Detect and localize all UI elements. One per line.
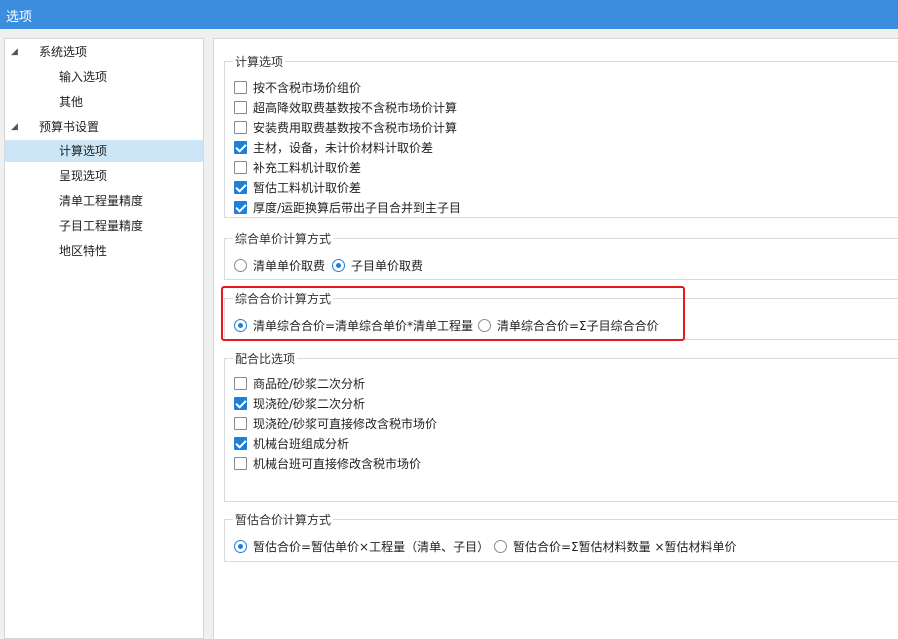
tree-item-label: 清单工程量精度 xyxy=(59,194,144,208)
group-unit-price-method: 综合单价计算方式 清单单价取费 子目单价取费 xyxy=(224,230,898,280)
expand-triangle-icon[interactable]: ◢ xyxy=(11,116,18,138)
group-title: 暂估合价计算方式 xyxy=(233,511,334,528)
group-title: 计算选项 xyxy=(233,53,286,70)
option-label: 清单综合合价=Σ子目综合合价 xyxy=(497,319,659,333)
checkbox[interactable] xyxy=(234,161,247,174)
checkbox[interactable] xyxy=(234,417,247,430)
checkbox[interactable] xyxy=(234,457,247,470)
tree-item-input-options[interactable]: 输入选项 xyxy=(5,66,203,88)
option-label: 主材，设备，未计价材料计取价差 xyxy=(253,141,434,155)
tree-item-label: 地区特性 xyxy=(59,244,108,258)
group-title: 综合合价计算方式 xyxy=(233,290,334,307)
option-label: 超高降效取费基数按不含税市场价计算 xyxy=(253,101,458,115)
tree-item-label: 其他 xyxy=(59,95,84,109)
option-label: 暂估合价=Σ暂估材料数量 ×暂估材料单价 xyxy=(513,540,737,554)
option-label: 机械台班可直接修改含税市场价 xyxy=(253,457,422,471)
tree-item-label: 呈现选项 xyxy=(59,169,108,183)
option-label: 清单单价取费 xyxy=(253,259,326,273)
tree-item-regional-features[interactable]: 地区特性 xyxy=(5,240,203,262)
checkbox[interactable] xyxy=(234,181,247,194)
radio-button[interactable] xyxy=(234,319,247,332)
tree-item-list-quantity-precision[interactable]: 清单工程量精度 xyxy=(5,190,203,212)
title-bar: 选项 xyxy=(0,0,898,29)
checkbox[interactable] xyxy=(234,437,247,450)
group-title: 综合单价计算方式 xyxy=(233,230,334,247)
tree-item-label: 预算书设置 xyxy=(39,120,100,134)
tree-item-label: 输入选项 xyxy=(59,70,108,84)
checkbox[interactable] xyxy=(234,201,247,214)
option-label: 暂估工料机计取价差 xyxy=(253,181,362,195)
option-label: 现浇砼/砂浆二次分析 xyxy=(253,397,366,411)
tree-item-sub-quantity-precision[interactable]: 子目工程量精度 xyxy=(5,215,203,237)
checkbox[interactable] xyxy=(234,141,247,154)
option-label: 按不含税市场价组价 xyxy=(253,81,362,95)
radio-button[interactable] xyxy=(494,540,507,553)
option-label: 安装费用取费基数按不含税市场价计算 xyxy=(253,121,458,135)
tree-item-display-options[interactable]: 呈现选项 xyxy=(5,165,203,187)
tree-item-label: 计算选项 xyxy=(59,144,108,158)
tree-item-other[interactable]: 其他 xyxy=(5,91,203,113)
tree-item-label: 子目工程量精度 xyxy=(59,219,144,233)
group-total-price-method: 综合合价计算方式 清单综合合价=清单综合单价*清单工程量 清单综合合价=Σ子目综… xyxy=(224,290,898,340)
radio-button[interactable] xyxy=(234,540,247,553)
radio-button[interactable] xyxy=(332,259,345,272)
group-mix-options: 配合比选项 商品砼/砂浆二次分析 现浇砼/砂浆二次分析 现浇砼/砂浆可直接修改含… xyxy=(224,350,898,502)
radio-button[interactable] xyxy=(478,319,491,332)
checkbox[interactable] xyxy=(234,397,247,410)
checkbox[interactable] xyxy=(234,377,247,390)
tree-item-calc-options[interactable]: 计算选项 xyxy=(5,140,203,162)
tree-item-label: 系统选项 xyxy=(39,45,88,59)
group-calc-options: 计算选项 按不含税市场价组价 超高降效取费基数按不含税市场价计算 安装费用取费基… xyxy=(224,53,898,218)
checkbox[interactable] xyxy=(234,81,247,94)
expand-triangle-icon[interactable]: ◢ xyxy=(11,41,18,63)
option-label: 机械台班组成分析 xyxy=(253,437,350,451)
option-label: 清单综合合价=清单综合单价*清单工程量 xyxy=(253,319,474,333)
radio-button[interactable] xyxy=(234,259,247,272)
group-title: 配合比选项 xyxy=(233,350,298,367)
checkbox[interactable] xyxy=(234,121,247,134)
option-label: 厚度/运距换算后带出子目合并到主子目 xyxy=(253,201,462,215)
window-title: 选项 xyxy=(6,10,33,25)
tree-item-budget-settings[interactable]: ◢ 预算书设置 xyxy=(5,116,203,138)
option-label: 商品砼/砂浆二次分析 xyxy=(253,377,366,391)
tree-item-system-options[interactable]: ◢ 系统选项 xyxy=(5,41,203,63)
option-label: 暂估合价=暂估单价×工程量（清单、子目） xyxy=(253,540,490,554)
option-label: 补充工料机计取价差 xyxy=(253,161,362,175)
checkbox[interactable] xyxy=(234,101,247,114)
option-label: 子目单价取费 xyxy=(351,259,424,273)
option-label: 现浇砼/砂浆可直接修改含税市场价 xyxy=(253,417,438,431)
settings-tree: ◢ 系统选项 输入选项 其他 ◢ 预算书设置 计算选项 呈现选项 清单工程量精度… xyxy=(4,38,204,639)
options-panel: 计算选项 按不含税市场价组价 超高降效取费基数按不含税市场价计算 安装费用取费基… xyxy=(213,38,898,639)
group-estimate-price-method: 暂估合价计算方式 暂估合价=暂估单价×工程量（清单、子目） 暂估合价=Σ暂估材料… xyxy=(224,511,898,562)
